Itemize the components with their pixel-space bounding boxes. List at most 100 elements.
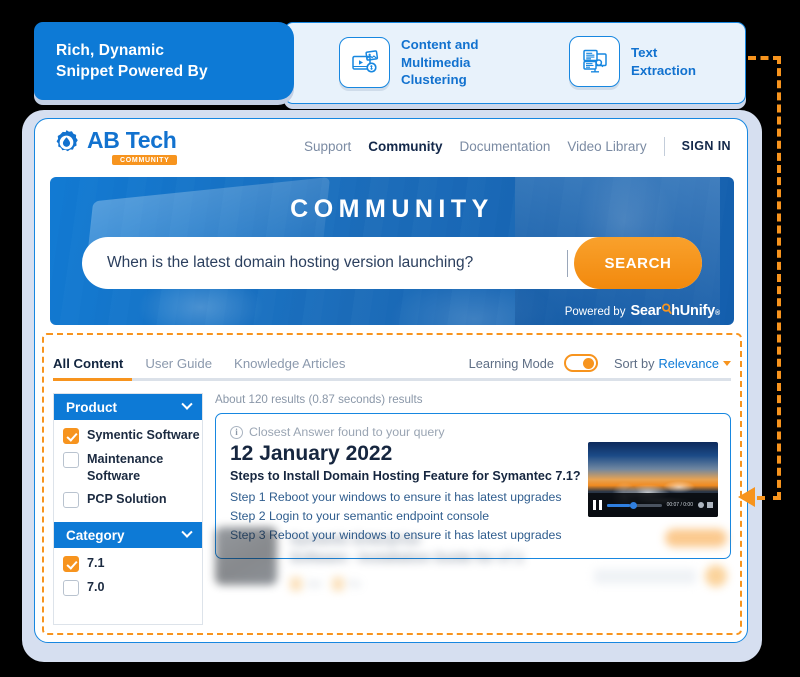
- filter-header-category[interactable]: Category: [54, 522, 202, 549]
- filter-option[interactable]: PCP Solution: [63, 491, 202, 509]
- feature-label-line3: Clustering: [401, 72, 467, 88]
- content-tabs: All Content User Guide Knowledge Article…: [53, 347, 731, 379]
- checkbox-checked-icon[interactable]: [63, 428, 79, 444]
- video-progress-bar[interactable]: [607, 501, 662, 509]
- checkbox-checked-icon[interactable]: [63, 556, 79, 573]
- badge-icon: [332, 577, 345, 592]
- learning-mode-toggle[interactable]: [563, 354, 598, 372]
- filter-option-label: Symentic Software: [87, 428, 200, 442]
- result-meta-label: Jan: [306, 578, 323, 590]
- feature-banner-label-line1: Rich, Dynamic: [56, 41, 165, 59]
- closest-answer-label: Closest Answer found to your query: [249, 425, 445, 439]
- filter-option-label: PCP Solution: [87, 492, 167, 507]
- badge-icon: [290, 577, 302, 592]
- chevron-down-icon: [723, 360, 731, 366]
- feature-label-line2: Multimedia: [401, 54, 471, 70]
- video-thumbnail[interactable]: 00:07 / 0:00: [588, 442, 718, 517]
- pause-icon[interactable]: [593, 500, 602, 510]
- tab-all-content[interactable]: All Content: [53, 356, 123, 371]
- app-window: AB Tech COMMUNITY Support Community Docu…: [34, 118, 748, 643]
- filter-option-label: 7.1: [87, 556, 105, 571]
- hero-title: COMMUNITY: [290, 195, 494, 223]
- searchunify-brand-part2: hUnify: [671, 303, 716, 319]
- info-icon: i: [230, 425, 243, 439]
- feature-label-line1: Content and: [401, 37, 479, 52]
- filter-option-label: Maintenance Software: [87, 452, 164, 483]
- result-actions[interactable]: [594, 529, 727, 587]
- learning-mode-label: Learning Mode: [468, 355, 554, 371]
- filter-options-product: Symentic Software Maintenance Software P…: [54, 420, 202, 522]
- search-text-cursor: [566, 249, 568, 277]
- search-bar[interactable]: When is the latest domain hosting versio…: [82, 237, 702, 289]
- searchunify-brand-part1: Sear: [630, 303, 662, 319]
- connector-line-vertical: [777, 56, 781, 500]
- tab-knowledge-articles[interactable]: Knowledge Articles: [234, 356, 345, 371]
- feature-item-multimedia-clustering[interactable]: Content and Multimedia Clustering: [339, 36, 479, 89]
- tabs-underline: [53, 378, 731, 381]
- filter-title: Category: [66, 527, 125, 543]
- search-input[interactable]: When is the latest domain hosting versio…: [82, 254, 567, 272]
- filter-option[interactable]: 7.0: [63, 579, 202, 597]
- closest-answer-header: i Closest Answer found to your query: [230, 425, 718, 439]
- sign-in-link[interactable]: SIGN IN: [682, 139, 731, 153]
- sort-by-value: Relevance: [658, 355, 719, 371]
- site-logo[interactable]: AB Tech COMMUNITY: [53, 127, 177, 165]
- video-control-icons[interactable]: [698, 502, 713, 508]
- magnifier-c-icon: [661, 303, 672, 314]
- result-action-row[interactable]: [594, 565, 727, 587]
- nav-divider: [663, 136, 665, 156]
- video-timestamp: 00:07 / 0:00: [666, 502, 693, 508]
- powered-by-text: Powered by: [564, 306, 626, 318]
- settings-icon[interactable]: [698, 502, 704, 508]
- nav-link-documentation[interactable]: Documentation: [460, 139, 551, 154]
- search-button[interactable]: SEARCH: [574, 237, 702, 289]
- filter-option[interactable]: Maintenance Software: [63, 451, 202, 484]
- result-action-circle[interactable]: [705, 565, 727, 587]
- sort-by-dropdown[interactable]: Sort by Relevance: [614, 356, 731, 371]
- chevron-down-icon: [181, 526, 193, 539]
- video-progress-fill: [607, 503, 630, 507]
- hero-banner: COMMUNITY When is the latest domain host…: [50, 177, 734, 325]
- gear-drop-logo-icon: [56, 130, 78, 152]
- navbar: AB Tech COMMUNITY Support Community Docu…: [35, 119, 747, 173]
- logo-text: AB Tech: [87, 127, 177, 153]
- filter-option[interactable]: Symentic Software: [63, 427, 202, 444]
- tabs-active-indicator: [53, 378, 132, 381]
- trademark-mark: ®: [715, 310, 720, 317]
- sort-by-label: Sort by: [613, 355, 655, 371]
- powered-by-searchunify: Powered by Sear hUnify ®: [565, 303, 720, 319]
- video-controls[interactable]: 00:07 / 0:00: [588, 493, 718, 517]
- results-count: About 120 results (0.87 seconds) results: [215, 393, 423, 406]
- nav-link-video-library[interactable]: Video Library: [567, 139, 646, 154]
- connector-line-bottom: [757, 496, 781, 500]
- feature-label-line2: Extraction: [631, 62, 697, 78]
- nav-link-support[interactable]: Support: [304, 139, 351, 154]
- result-action-field[interactable]: [594, 568, 696, 584]
- feature-banner: Rich, Dynamic Snippet Powered By Content…: [34, 22, 746, 104]
- filter-option[interactable]: 7.1: [63, 555, 202, 573]
- filter-sidebar: Product Symentic Software Maintenance So…: [53, 393, 203, 625]
- feature-banner-label: Rich, Dynamic Snippet Powered By: [34, 22, 294, 100]
- checkbox-icon[interactable]: [63, 580, 79, 597]
- video-progress-handle[interactable]: [629, 501, 637, 509]
- checkbox-icon[interactable]: [63, 492, 79, 509]
- feature-item-text-extraction[interactable]: Text Extraction: [569, 36, 696, 87]
- filter-header-product[interactable]: Product: [54, 394, 202, 420]
- feature-banner-label-line2: Snippet Powered By: [56, 63, 208, 80]
- tab-user-guide[interactable]: User Guide: [145, 356, 212, 371]
- filter-title: Product: [66, 399, 118, 415]
- connector-arrow-icon: [738, 487, 755, 507]
- nav-link-community[interactable]: Community: [368, 139, 442, 154]
- chevron-down-icon: [181, 398, 193, 410]
- filter-option-label: 7.0: [87, 580, 105, 595]
- checkbox-icon[interactable]: [63, 452, 79, 468]
- result-meta-item: No: [332, 577, 361, 592]
- logo-badge: COMMUNITY: [112, 155, 177, 165]
- result-meta-label: No: [348, 578, 361, 590]
- multimedia-clustering-icon: [339, 37, 390, 88]
- fullscreen-icon[interactable]: [707, 502, 713, 508]
- result-row-faded[interactable]: Symantic Enterprise Software - Installat…: [215, 519, 731, 624]
- result-action-button[interactable]: [665, 529, 727, 547]
- feature-label-line1: Text: [631, 44, 658, 60]
- result-thumbnail: [215, 527, 277, 585]
